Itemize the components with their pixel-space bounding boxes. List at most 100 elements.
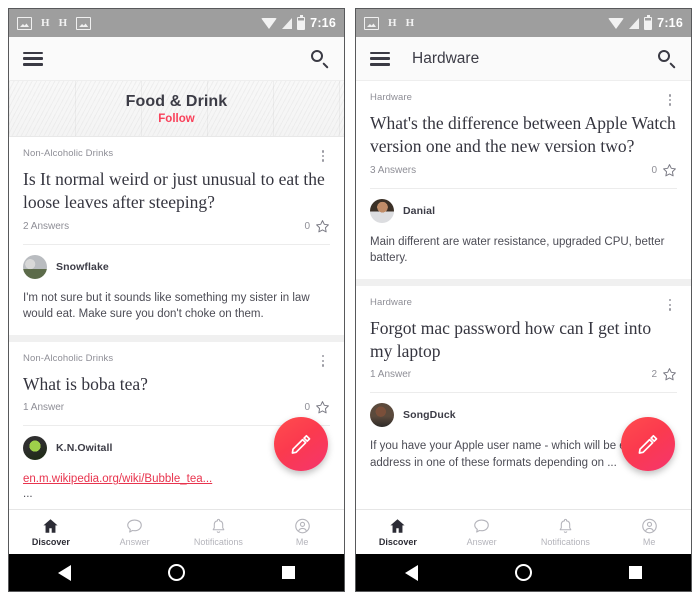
star-button[interactable]: 2 xyxy=(651,367,677,382)
author-name: K.N.Owitall xyxy=(56,442,113,455)
wifi-icon xyxy=(261,17,278,29)
nav-label: Answer xyxy=(466,537,497,547)
more-options-icon[interactable] xyxy=(663,92,677,108)
question-title[interactable]: Forgot mac password how can I get into m… xyxy=(370,317,677,364)
back-triangle-icon[interactable] xyxy=(57,564,71,581)
star-icon xyxy=(663,163,676,176)
card-topic-label: Hardware xyxy=(370,92,412,103)
nav-label: Me xyxy=(642,537,656,547)
search-icon[interactable] xyxy=(310,49,330,69)
photo-icon xyxy=(364,16,379,30)
nav-item-discover[interactable]: Discover xyxy=(356,510,440,554)
battery-icon xyxy=(644,14,653,30)
nav-label: Answer xyxy=(119,537,150,547)
star-button[interactable]: 0 xyxy=(651,163,677,178)
answer-author-row[interactable]: Danial xyxy=(370,198,677,223)
avatar xyxy=(370,403,394,428)
nav-item-me[interactable]: Me xyxy=(607,510,691,554)
topic-banner: Food & Drink Follow xyxy=(9,81,344,137)
bell-icon xyxy=(212,518,225,533)
avatar xyxy=(370,198,394,223)
star-icon xyxy=(316,219,329,232)
speech-bubble-icon xyxy=(474,519,489,533)
recents-square-icon[interactable] xyxy=(629,566,643,579)
nav-label: Discover xyxy=(31,537,70,547)
nav-item-notifications[interactable]: Notifications xyxy=(524,510,608,554)
star-count: 0 xyxy=(304,220,310,232)
app-toolbar xyxy=(9,37,344,81)
nav-item-discover[interactable]: Discover xyxy=(9,510,93,554)
answer-truncation: ... xyxy=(23,487,33,500)
card-header: Hardware xyxy=(370,92,677,108)
answer-text: I'm not sure but it sounds like somethin… xyxy=(23,291,310,321)
status-bar-right-icons: 7:16 xyxy=(608,14,683,30)
question-title[interactable]: Is It normal weird or just unusual to ea… xyxy=(23,168,330,215)
image-icon xyxy=(76,16,92,30)
question-title[interactable]: What is boba tea? xyxy=(23,373,330,396)
star-button[interactable]: 0 xyxy=(304,219,330,234)
nav-item-answer[interactable]: Answer xyxy=(93,510,177,554)
star-button[interactable]: 0 xyxy=(304,400,330,415)
star-count: 0 xyxy=(304,402,310,414)
home-circle-icon[interactable] xyxy=(514,564,532,581)
h-label-1: H xyxy=(41,16,50,29)
author-name: SongDuck xyxy=(403,409,456,422)
compose-fab-button[interactable] xyxy=(621,417,675,471)
search-icon[interactable] xyxy=(657,49,677,69)
star-count: 0 xyxy=(651,164,657,176)
home-circle-icon[interactable] xyxy=(167,564,185,581)
follow-button[interactable]: Follow xyxy=(158,113,194,125)
card-divider xyxy=(370,392,677,394)
recents-square-icon[interactable] xyxy=(282,566,296,579)
back-triangle-icon[interactable] xyxy=(404,564,418,581)
card-header: Hardware xyxy=(370,297,677,313)
answer-link[interactable]: en.m.wikipedia.org/wiki/Bubble_tea... xyxy=(23,471,330,488)
account-circle-icon xyxy=(641,518,657,534)
nav-label: Notifications xyxy=(193,537,243,547)
hamburger-icon[interactable] xyxy=(370,51,390,66)
pencil-icon xyxy=(291,434,311,454)
answer-count: 2 Answers xyxy=(23,220,70,232)
h-label-2: H xyxy=(58,16,68,29)
star-icon xyxy=(663,368,676,381)
nav-item-me[interactable]: Me xyxy=(260,510,344,554)
avatar xyxy=(23,254,47,279)
battery-icon xyxy=(297,14,306,30)
system-navigation-bar xyxy=(356,554,691,591)
hamburger-icon[interactable] xyxy=(23,51,43,66)
card-header: Non-Alcoholic Drinks xyxy=(23,353,330,369)
card-topic-label: Hardware xyxy=(370,296,412,308)
more-options-icon[interactable] xyxy=(316,148,330,164)
more-options-icon[interactable] xyxy=(663,297,677,313)
two-phone-comparison: H H 7:16 Food & Drink Follow Non-Alcohol… xyxy=(0,0,692,600)
answer-author-row[interactable]: Snowflake xyxy=(23,254,330,279)
bottom-navigation-bar: Discover Answer Notifications Me xyxy=(9,509,344,554)
question-title[interactable]: What's the difference between Apple Watc… xyxy=(370,112,677,159)
status-bar-clock: 7:16 xyxy=(657,16,683,30)
answer-count: 1 Answer xyxy=(370,369,412,381)
author-name: Danial xyxy=(403,204,436,217)
card-header: Non-Alcoholic Drinks xyxy=(23,148,330,164)
pencil-icon xyxy=(638,434,658,454)
question-meta: 3 Answers 0 xyxy=(370,163,677,178)
nav-label: Me xyxy=(295,537,309,547)
compose-fab-button[interactable] xyxy=(274,417,328,471)
account-circle-icon xyxy=(294,518,310,534)
status-bar-left-icons: H H xyxy=(17,16,92,30)
nav-item-notifications[interactable]: Notifications xyxy=(177,510,261,554)
star-icon xyxy=(316,401,329,414)
nav-label: Discover xyxy=(378,537,417,547)
question-meta: 1 Answer 0 xyxy=(23,400,330,415)
home-icon xyxy=(43,519,58,533)
question-meta: 1 Answer 2 xyxy=(370,367,677,382)
feed-scroll-area[interactable]: Hardware What's the difference between A… xyxy=(356,81,691,509)
more-options-icon[interactable] xyxy=(316,353,330,369)
h-label-1: H xyxy=(388,16,397,29)
question-card[interactable]: Non-Alcoholic Drinks Is It normal weird … xyxy=(9,137,344,342)
question-card[interactable]: Hardware What's the difference between A… xyxy=(356,81,691,286)
author-name: Snowflake xyxy=(56,260,109,273)
answer-count: 3 Answers xyxy=(370,164,417,176)
feed-scroll-area[interactable]: Food & Drink Follow Non-Alcoholic Drinks… xyxy=(9,81,344,509)
signal-icon xyxy=(629,17,640,29)
nav-item-answer[interactable]: Answer xyxy=(440,510,524,554)
